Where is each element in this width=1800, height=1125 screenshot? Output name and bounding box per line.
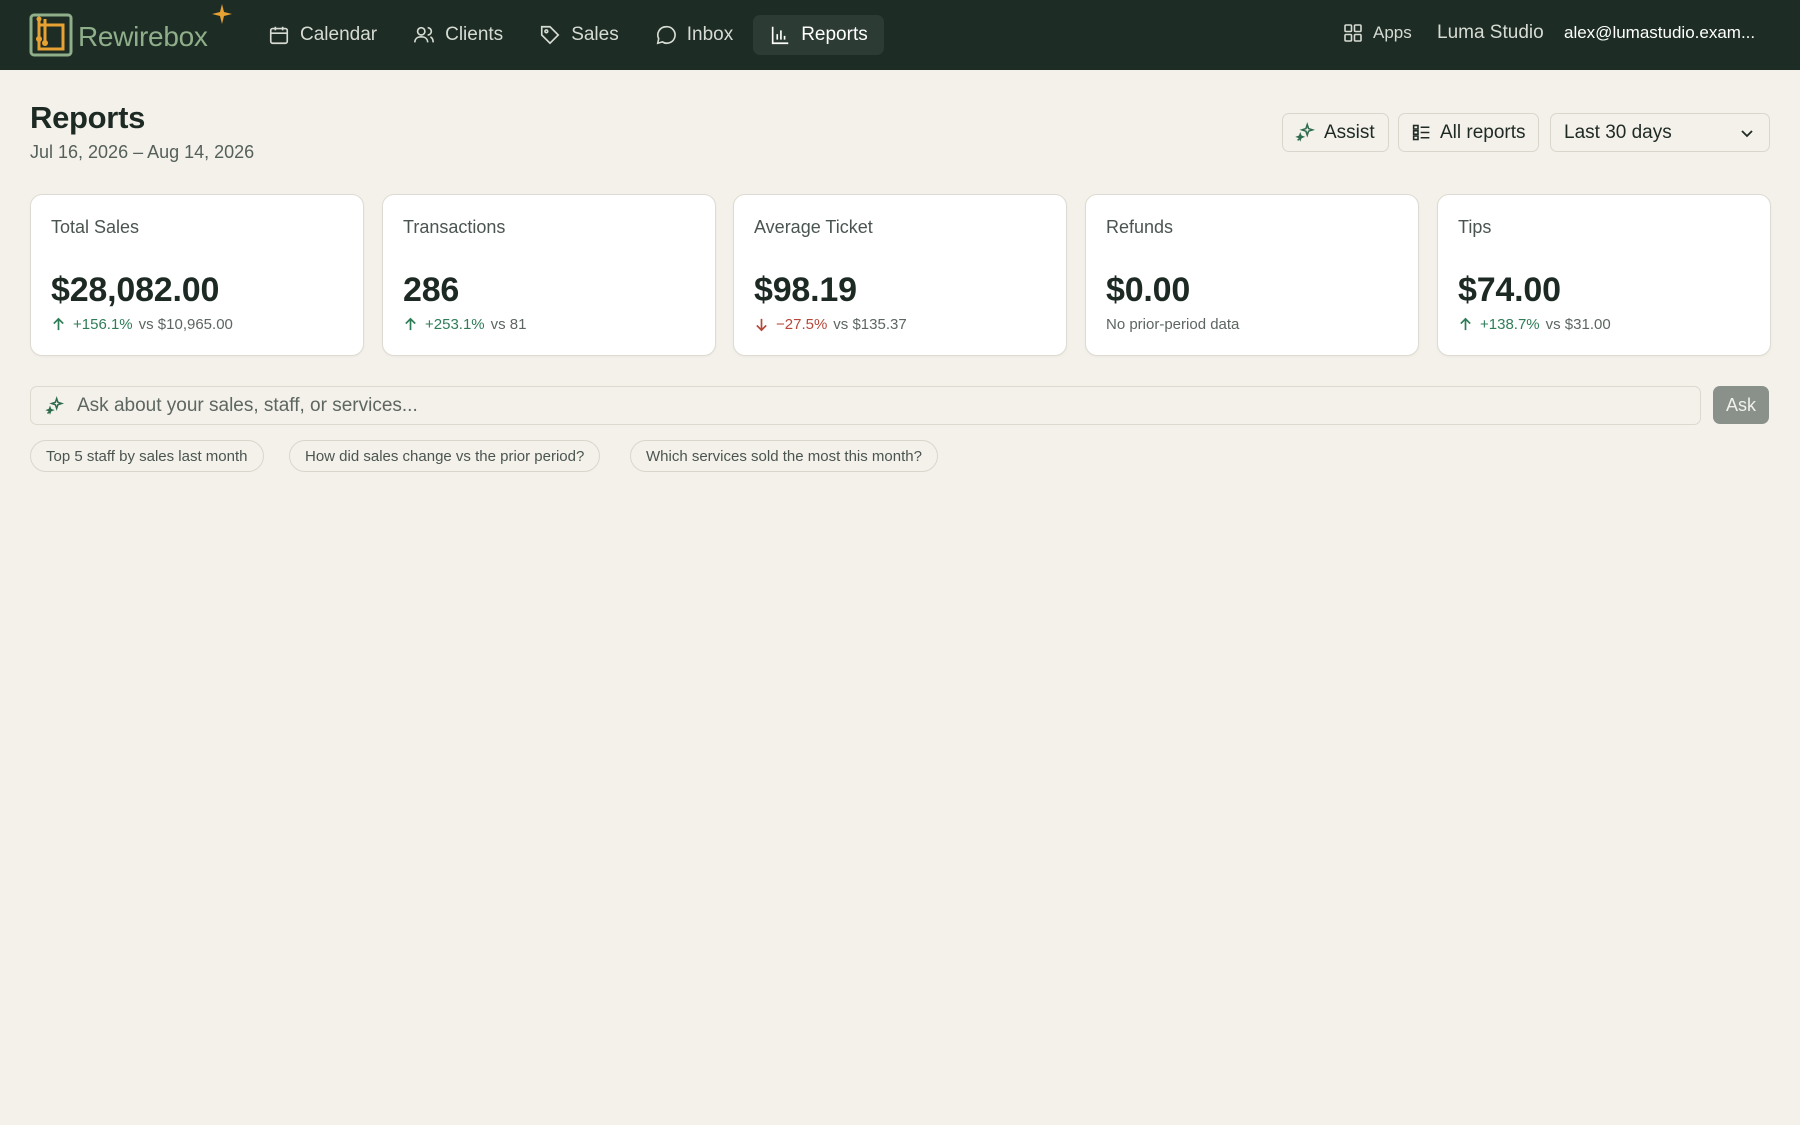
stat-delta: +138.7% vs $31.00 (1458, 316, 1611, 333)
stat-delta: +253.1% vs 81 (403, 316, 527, 333)
calendar-icon (269, 26, 289, 45)
stat-card-refunds: Refunds $0.00 No prior-period data (1085, 194, 1419, 356)
stat-delta: +156.1% vs $10,965.00 (51, 316, 233, 333)
stat-label: Average Ticket (754, 217, 873, 237)
stat-card-tips: Tips $74.00 +138.7% vs $31.00 (1437, 194, 1771, 356)
page-date-range: Jul 16, 2026 – Aug 14, 2026 (30, 142, 255, 162)
stat-value: 286 (403, 271, 460, 309)
stat-card-average-ticket: Average Ticket $98.19 −27.5% vs $135.37 (733, 194, 1067, 356)
stat-delta-percent: −27.5% (776, 316, 828, 333)
stat-delta-percent: +138.7% (1480, 316, 1540, 333)
ask-placeholder: Ask about your sales, staff, or services… (77, 394, 418, 416)
brand-logo-icon (29, 13, 73, 57)
arrow-down-icon (756, 318, 767, 332)
sparkle-icon (45, 395, 65, 415)
stat-label: Total Sales (51, 217, 140, 237)
tag-icon (541, 25, 560, 45)
nav-item-inbox[interactable]: Inbox (639, 15, 749, 55)
users-icon (414, 26, 435, 43)
suggestion-chip[interactable]: Which services sold the most this month? (630, 440, 938, 472)
nav-label-sales: Sales (571, 24, 619, 45)
assist-button[interactable]: Assist (1282, 113, 1389, 152)
stat-compare: No prior-period data (1106, 316, 1240, 333)
all-reports-button[interactable]: All reports (1398, 113, 1539, 152)
nav-item-calendar[interactable]: Calendar (252, 15, 393, 55)
stat-value: $74.00 (1458, 271, 1561, 309)
chat-icon (656, 25, 676, 45)
stat-value: $28,082.00 (51, 271, 220, 309)
brand-logo-link[interactable]: Rewirebox (29, 12, 208, 58)
stat-label: Refunds (1106, 217, 1174, 237)
list-icon (1412, 124, 1430, 141)
nav-item-clients[interactable]: Clients (397, 15, 519, 55)
brand-name: Rewirebox (78, 21, 208, 52)
stat-delta-percent: +156.1% (73, 316, 133, 333)
chevron-down-icon (1741, 129, 1753, 137)
stat-value: $98.19 (754, 271, 857, 309)
main-nav: Calendar Clients Sales Inbox Reports (252, 15, 888, 55)
stat-card-transactions: Transactions 286 +253.1% vs 81 (382, 194, 716, 356)
stat-compare: vs $135.37 (833, 316, 907, 333)
studio-switcher[interactable]: Luma Studio (1437, 22, 1544, 44)
stat-delta-percent: +253.1% (425, 316, 485, 333)
stat-value: $0.00 (1106, 271, 1191, 309)
stat-compare: vs 81 (490, 316, 527, 333)
stat-card-total-sales: Total Sales $28,082.00 +156.1% vs $10,96… (30, 194, 364, 356)
date-range-value: Last 30 days (1564, 121, 1672, 143)
apps-menu-button[interactable]: Apps (1343, 23, 1412, 43)
top-nav-bar: Rewirebox Calendar Clients Sales Inbox R… (0, 0, 1800, 70)
suggestion-chip[interactable]: Top 5 staff by sales last month (30, 440, 264, 472)
nav-item-sales[interactable]: Sales (523, 15, 635, 55)
date-range-select[interactable]: Last 30 days (1550, 113, 1770, 152)
suggestion-chip[interactable]: How did sales change vs the prior period… (289, 440, 601, 472)
sparkle-icon (1295, 122, 1315, 142)
account-menu[interactable]: alex@lumastudio.exam... (1564, 23, 1764, 43)
stat-delta: No prior-period data (1106, 316, 1239, 333)
nav-item-reports[interactable]: Reports (753, 15, 884, 55)
nav-label-calendar: Calendar (300, 24, 378, 45)
apps-label: Apps (1373, 23, 1412, 42)
nav-label-reports: Reports (801, 24, 868, 45)
stat-label: Tips (1458, 217, 1492, 237)
grid-icon (1344, 24, 1362, 42)
stat-delta: −27.5% vs $135.37 (754, 316, 907, 333)
bar-chart-icon (772, 26, 789, 45)
arrow-up-icon (1460, 317, 1471, 331)
page-title: Reports (30, 100, 146, 135)
all-reports-label: All reports (1440, 121, 1526, 143)
stat-label: Transactions (403, 217, 506, 237)
ask-button[interactable]: Ask (1713, 386, 1769, 424)
arrow-up-icon (53, 317, 64, 331)
ask-input[interactable]: Ask about your sales, staff, or services… (30, 386, 1701, 425)
stat-compare: vs $31.00 (1545, 316, 1611, 333)
assist-label: Assist (1324, 121, 1375, 143)
nav-label-clients: Clients (445, 24, 504, 45)
nav-label-inbox: Inbox (686, 24, 734, 45)
arrow-up-icon (405, 317, 416, 331)
sparkle-icon (212, 4, 232, 24)
stat-compare: vs $10,965.00 (138, 316, 233, 333)
